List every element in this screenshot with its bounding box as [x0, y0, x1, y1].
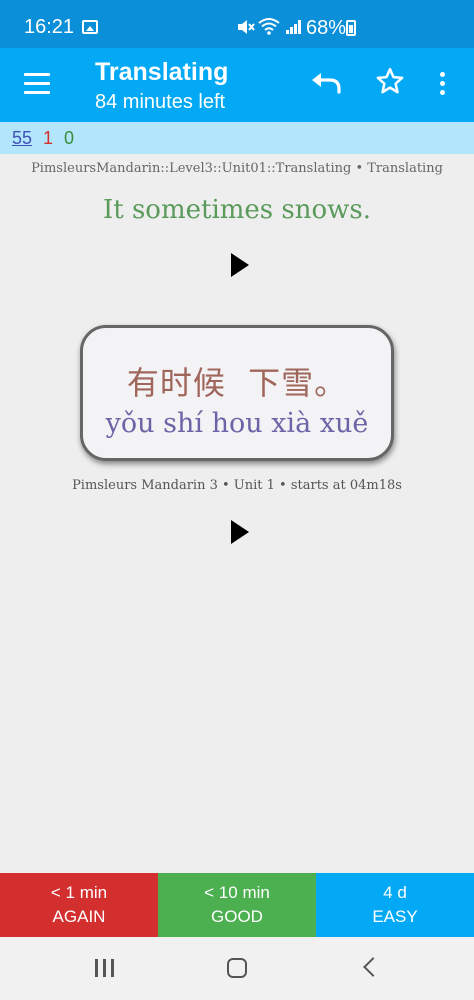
signal-icon [286, 20, 302, 34]
play-answer-audio-icon[interactable] [231, 520, 249, 544]
audio-source: Pimsleurs Mandarin 3 • Unit 1 • starts a… [72, 478, 402, 493]
answer-box: 有时候 下雪。 yǒu shí hou xià xuě [80, 325, 394, 461]
review-count: 0 [64, 128, 75, 148]
good-interval: < 10 min [204, 883, 270, 902]
status-time: 16:21 [24, 16, 75, 38]
back-icon[interactable] [363, 957, 383, 977]
easy-label: EASY [372, 907, 418, 926]
recents-icon[interactable] [95, 959, 115, 977]
undo-icon[interactable] [310, 70, 344, 100]
system-nav-bar [0, 937, 474, 1000]
again-interval: < 1 min [50, 883, 108, 902]
again-label: AGAIN [52, 907, 106, 926]
easy-interval: 4 d [383, 883, 407, 902]
play-audio-icon[interactable] [231, 253, 249, 277]
learning-count: 1 [43, 128, 54, 148]
more-options-icon[interactable] [440, 72, 448, 96]
status-bar: 16:21 68% [0, 0, 474, 48]
battery-percent: 68% [306, 17, 347, 39]
answer-hanzi: 有时候 下雪。 [126, 364, 348, 402]
star-icon[interactable] [375, 66, 405, 101]
answer-pinyin: yǒu shí hou xià xuě [105, 408, 369, 439]
page-title: Translating [95, 58, 229, 86]
battery-icon [346, 20, 356, 36]
menu-icon[interactable] [24, 73, 50, 95]
time-left: 84 minutes left [95, 91, 226, 113]
card-counts-bar: 55 1 0 [0, 122, 474, 154]
good-button[interactable]: < 10 min GOOD [158, 873, 316, 937]
app-bar: Translating 84 minutes left [0, 48, 474, 122]
wifi-icon [258, 17, 280, 40]
new-count: 55 [12, 128, 33, 148]
card-prompt: It sometimes snows. [102, 195, 372, 225]
good-label: GOOD [211, 907, 263, 926]
easy-button[interactable]: 4 d EASY [316, 873, 474, 937]
home-icon[interactable] [227, 958, 247, 978]
gallery-notification-icon [82, 20, 98, 34]
again-button[interactable]: < 1 min AGAIN [0, 873, 158, 937]
answer-buttons: < 1 min AGAIN < 10 min GOOD 4 d EASY [0, 873, 474, 937]
mute-icon [236, 18, 256, 41]
deck-path: PimsleursMandarin::Level3::Unit01::Trans… [31, 161, 443, 176]
